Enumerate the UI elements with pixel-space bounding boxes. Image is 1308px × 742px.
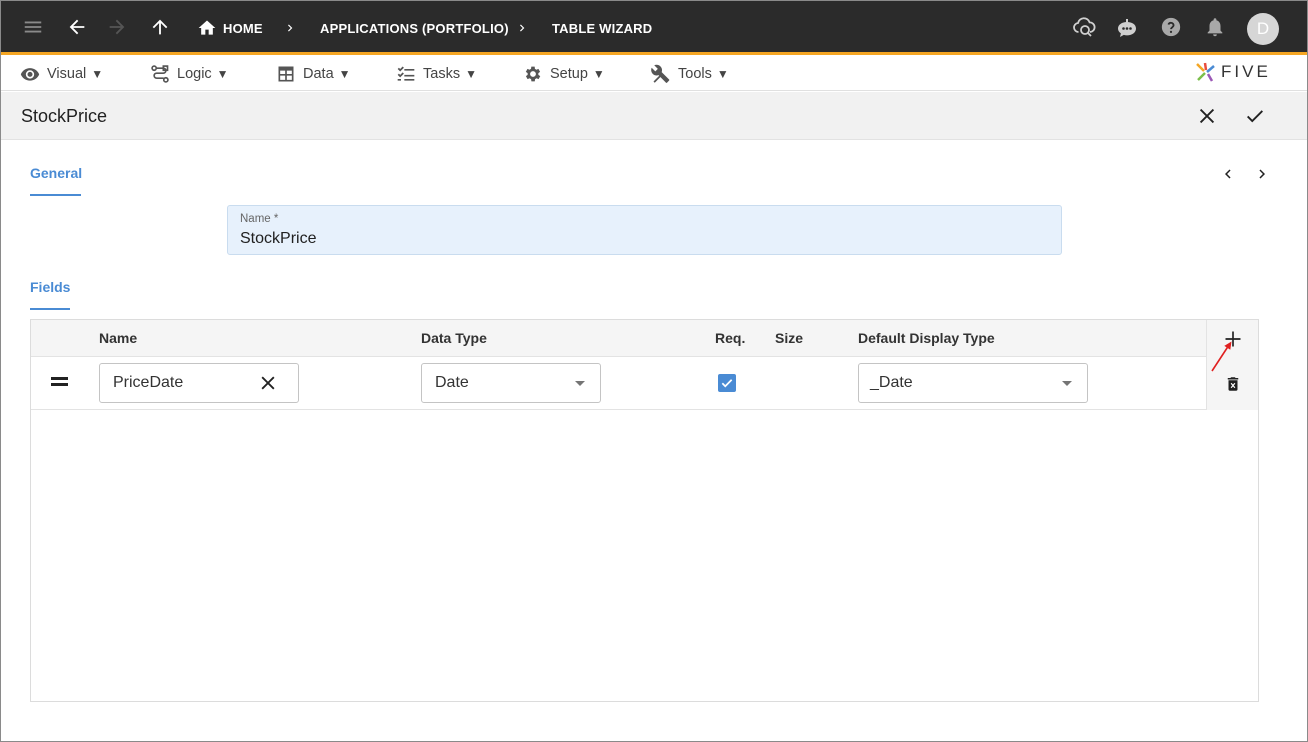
menu-visual[interactable]: Visual ▼	[20, 64, 103, 84]
tab-fields[interactable]: Fields	[30, 279, 70, 295]
menu-setup[interactable]: Setup ▼	[523, 64, 605, 84]
caret-down-icon: ▼	[465, 67, 477, 81]
five-logo-text: FIVE	[1221, 62, 1271, 81]
menu-data[interactable]: Data ▼	[276, 64, 351, 84]
name-field-label: Name *	[240, 213, 279, 225]
help-icon[interactable]	[1160, 16, 1182, 38]
five-logo-mark	[1196, 62, 1215, 82]
eye-icon	[20, 68, 40, 81]
clear-icon[interactable]	[258, 373, 278, 393]
bell-icon[interactable]	[1204, 16, 1226, 38]
save-button[interactable]	[1243, 104, 1267, 128]
menu-setup-label: Setup	[550, 66, 588, 82]
table-row: PriceDate Date _Date	[31, 357, 1258, 410]
tab-general[interactable]: General	[30, 165, 82, 181]
column-header-size: Size	[775, 330, 804, 346]
name-field[interactable]: Name * StockPrice	[227, 205, 1062, 255]
grid-actions-column	[1206, 320, 1258, 410]
menu-logic-label: Logic	[177, 66, 212, 82]
delete-row-icon[interactable]	[1224, 374, 1242, 394]
menu-tasks[interactable]: Tasks ▼	[396, 64, 477, 84]
close-icon	[1199, 108, 1215, 124]
caret-down-icon: ▼	[91, 67, 104, 81]
red-arrow-annotation	[1211, 341, 1232, 372]
tab-general-underline	[30, 194, 81, 196]
caret-down-icon: ▼	[216, 67, 229, 81]
grid-header: Name Data Type Req. Size Default Display…	[31, 320, 1258, 357]
breadcrumb-home[interactable]: HOME	[223, 21, 263, 36]
required-checkbox[interactable]	[718, 374, 736, 392]
menu-tools-label: Tools	[678, 66, 712, 82]
check-icon	[721, 379, 733, 388]
fields-grid: Name Data Type Req. Size Default Display…	[30, 319, 1259, 702]
form-header: StockPrice	[1, 92, 1307, 140]
forward-arrow-icon[interactable]	[106, 16, 128, 38]
app-bar: HOME APPLICATIONS (PORTFOLIO) TABLE WIZA…	[1, 1, 1307, 55]
column-header-display-type: Default Display Type	[858, 330, 995, 346]
caret-down-icon: ▼	[716, 67, 729, 81]
form-title: StockPrice	[21, 106, 108, 126]
column-header-required: Req.	[715, 330, 746, 346]
drag-handle-icon[interactable]	[51, 377, 68, 387]
data-type-select[interactable]: Date	[421, 363, 601, 403]
column-header-name: Name	[99, 330, 138, 346]
menu-tools[interactable]: Tools ▼	[651, 64, 729, 84]
chevron-right-icon	[288, 24, 293, 32]
app-window: HOME APPLICATIONS (PORTFOLIO) TABLE WIZA…	[0, 0, 1308, 742]
next-page-icon[interactable]	[1253, 165, 1271, 183]
dropdown-arrow-icon	[1062, 381, 1072, 386]
chevron-right-icon	[520, 24, 525, 32]
gear-icon	[525, 66, 541, 82]
field-name-input[interactable]: PriceDate	[99, 363, 299, 403]
data-type-value: Date	[435, 374, 469, 391]
checklist-icon	[397, 66, 415, 81]
five-logo: FIVE	[1194, 60, 1286, 84]
name-field-value[interactable]: StockPrice	[240, 230, 316, 248]
tab-fields-underline	[30, 308, 70, 310]
menu-visual-label: Visual	[47, 66, 87, 82]
breadcrumb-applications[interactable]: APPLICATIONS (PORTFOLIO)	[320, 21, 509, 36]
chatbot-icon[interactable]	[1115, 17, 1139, 41]
menu-bar: Visual ▼ Logic ▼ Data ▼ Tasks ▼ Setup ▼ …	[1, 55, 1307, 91]
column-header-data-type: Data Type	[421, 330, 487, 346]
display-type-select[interactable]: _Date	[858, 363, 1088, 403]
menu-icon[interactable]	[22, 16, 44, 38]
dropdown-arrow-icon	[575, 381, 585, 386]
check-icon	[1247, 110, 1263, 123]
table-icon	[278, 66, 294, 82]
menu-logic[interactable]: Logic ▼	[150, 64, 229, 84]
menu-data-label: Data	[303, 66, 334, 82]
display-type-value: _Date	[870, 374, 913, 391]
field-name-value: PriceDate	[113, 374, 184, 391]
up-arrow-icon[interactable]	[149, 16, 171, 38]
home-icon[interactable]	[197, 18, 217, 38]
avatar[interactable]: D	[1247, 13, 1279, 45]
tools-icon	[651, 64, 670, 83]
previous-page-icon[interactable]	[1219, 165, 1237, 183]
cloud-sync-icon[interactable]	[1072, 14, 1096, 38]
cancel-button[interactable]	[1195, 104, 1219, 128]
menu-tasks-label: Tasks	[423, 66, 461, 82]
breadcrumb-table-wizard[interactable]: TABLE WIZARD	[552, 21, 652, 36]
caret-down-icon: ▼	[592, 67, 605, 81]
caret-down-icon: ▼	[338, 67, 351, 81]
back-arrow-icon[interactable]	[66, 16, 88, 38]
logic-icon	[151, 65, 169, 83]
